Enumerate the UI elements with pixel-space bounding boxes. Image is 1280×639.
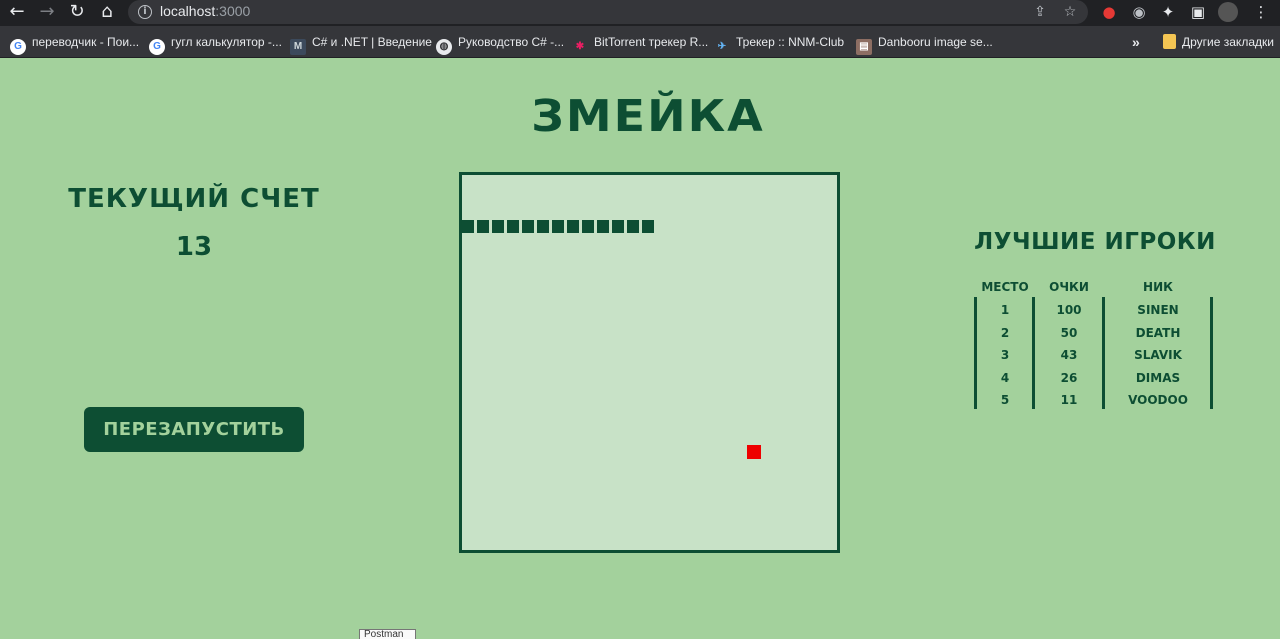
rutracker-icon: ✱ [575, 41, 585, 52]
snake-segment [477, 220, 489, 233]
menu-kebab-icon[interactable]: ⋮ [1250, 1, 1272, 23]
leaderboard-title: ЛУЧШИЕ ИГРОКИ [974, 229, 1216, 255]
bookmark-item[interactable]: Gгугл калькулятор -... [149, 33, 282, 55]
leaderboard-place: 3 [1000, 348, 1010, 362]
side-panel-icon[interactable]: ▣ [1187, 1, 1209, 23]
bookmark-label: BitTorrent трекер R... [594, 35, 709, 49]
restart-button[interactable]: ПЕРЕЗАПУСТИТЬ [84, 407, 304, 452]
profile-avatar[interactable] [1218, 2, 1238, 22]
bookmark-label: Трекер :: NNM-Club [736, 35, 845, 49]
current-score-label: ТЕКУЩИЙ СЧЕТ [68, 184, 320, 214]
ublock-extension-icon[interactable]: ● [1098, 1, 1120, 23]
leaderboard-nick: VOODOO [1128, 393, 1188, 407]
bookmark-label: гугл калькулятор -... [171, 35, 282, 49]
other-bookmarks-folder[interactable]: Другие закладки [1163, 33, 1274, 51]
bookmark-item[interactable]: Gпереводчик - Пои... [10, 33, 140, 55]
leaderboard-col-nick: НИК [1143, 280, 1173, 294]
snake-segment [462, 220, 474, 233]
leaderboard-points: 11 [1060, 393, 1078, 407]
reload-icon[interactable]: ↻ [64, 0, 90, 24]
bookmarks-bar: Gпереводчик - Пои... Gгугл калькулятор -… [0, 26, 1280, 58]
leaderboard-nick: SINEN [1137, 303, 1179, 317]
leaderboard-col-place: МЕСТО [981, 280, 1029, 294]
leaderboard-divider [1102, 297, 1105, 409]
bookmark-label: Danbooru image se... [878, 35, 993, 49]
bookmarks-overflow-chevron-icon[interactable]: » [1132, 33, 1140, 51]
browser-toolbar: ← → ↻ ⌂ i localhost:3000 ⇪ ☆ ● ◉ ✦ ▣ ⋮ [0, 0, 1280, 26]
snake-segment [642, 220, 654, 233]
back-arrow-icon[interactable]: ← [4, 0, 30, 24]
bookmark-item[interactable]: ✱ BitTorrent трекер R... [572, 33, 709, 52]
folder-icon [1163, 34, 1176, 49]
url-host: localhost [160, 3, 216, 19]
bookmark-label: Руководство C# -... [458, 35, 565, 49]
snake-segment [552, 220, 564, 233]
snake-segment [627, 220, 639, 233]
nnm-icon: ✈ [717, 41, 727, 52]
bookmark-label: C# и .NET | Введение [312, 35, 432, 49]
url-port: :3000 [215, 3, 251, 19]
leaderboard-place: 5 [1000, 393, 1010, 407]
snake-segment [522, 220, 534, 233]
leaderboard-nick: SLAVIK [1134, 348, 1182, 362]
google-icon: G [149, 39, 165, 55]
leaderboard-points: 43 [1060, 348, 1078, 362]
google-icon: G [10, 39, 26, 55]
current-score-value: 13 [175, 232, 213, 262]
leaderboard-points: 100 [1056, 303, 1082, 317]
address-bar[interactable]: i localhost:3000 ⇪ ☆ [128, 0, 1088, 24]
snake-game-page: ЗМЕЙКА ТЕКУЩИЙ СЧЕТ 13 ПЕРЕЗАПУСТИТЬ ЛУЧ… [0, 59, 1280, 639]
extensions-puzzle-icon[interactable]: ✦ [1157, 1, 1179, 23]
snake-segment [612, 220, 624, 233]
bookmark-star-icon[interactable]: ☆ [1060, 2, 1080, 22]
bookmark-item[interactable]: M C# и .NET | Введение [290, 33, 432, 55]
bookmark-item[interactable]: ◍ Руководство C# -... [436, 33, 565, 55]
snake-segment [567, 220, 579, 233]
snake-segment [507, 220, 519, 233]
bookmark-item[interactable]: ▤ Danbooru image se... [856, 33, 993, 55]
globe-icon: ◍ [436, 39, 452, 55]
share-icon[interactable]: ⇪ [1030, 2, 1050, 22]
leaderboard-nick: DIMAS [1135, 370, 1181, 385]
bookmark-label: переводчик - Пои... [32, 35, 140, 49]
snake-segment [582, 220, 594, 233]
snake-segment [597, 220, 609, 233]
home-icon[interactable]: ⌂ [94, 0, 120, 24]
food-apple [747, 445, 761, 459]
danbooru-icon: ▤ [856, 39, 872, 55]
taskbar-tooltip: Postman [359, 629, 416, 639]
snake-segment [537, 220, 549, 233]
leaderboard-place: 4 [1000, 370, 1010, 385]
leaderboard-points: 50 [1060, 325, 1078, 340]
site-info-icon[interactable]: i [138, 5, 152, 19]
game-board[interactable] [459, 172, 840, 553]
metanit-icon: M [290, 39, 306, 55]
leaderboard-points: 26 [1060, 370, 1078, 385]
leaderboard-divider [1210, 297, 1213, 409]
ghost-extension-icon[interactable]: ◉ [1128, 1, 1150, 23]
address-url[interactable]: localhost:3000 [160, 3, 250, 19]
leaderboard-col-points: ОЧКИ [1049, 280, 1089, 294]
snake-segment [492, 220, 504, 233]
forward-arrow-icon[interactable]: → [34, 0, 60, 24]
bookmark-item[interactable]: ✈ Трекер :: NNM-Club [714, 33, 845, 52]
other-bookmarks-label: Другие закладки [1182, 35, 1274, 49]
leaderboard-place: 1 [1000, 303, 1010, 317]
leaderboard-nick: DEATH [1135, 325, 1181, 340]
leaderboard-place: 2 [1000, 325, 1010, 340]
game-title: ЗМЕЙКА [531, 90, 765, 142]
